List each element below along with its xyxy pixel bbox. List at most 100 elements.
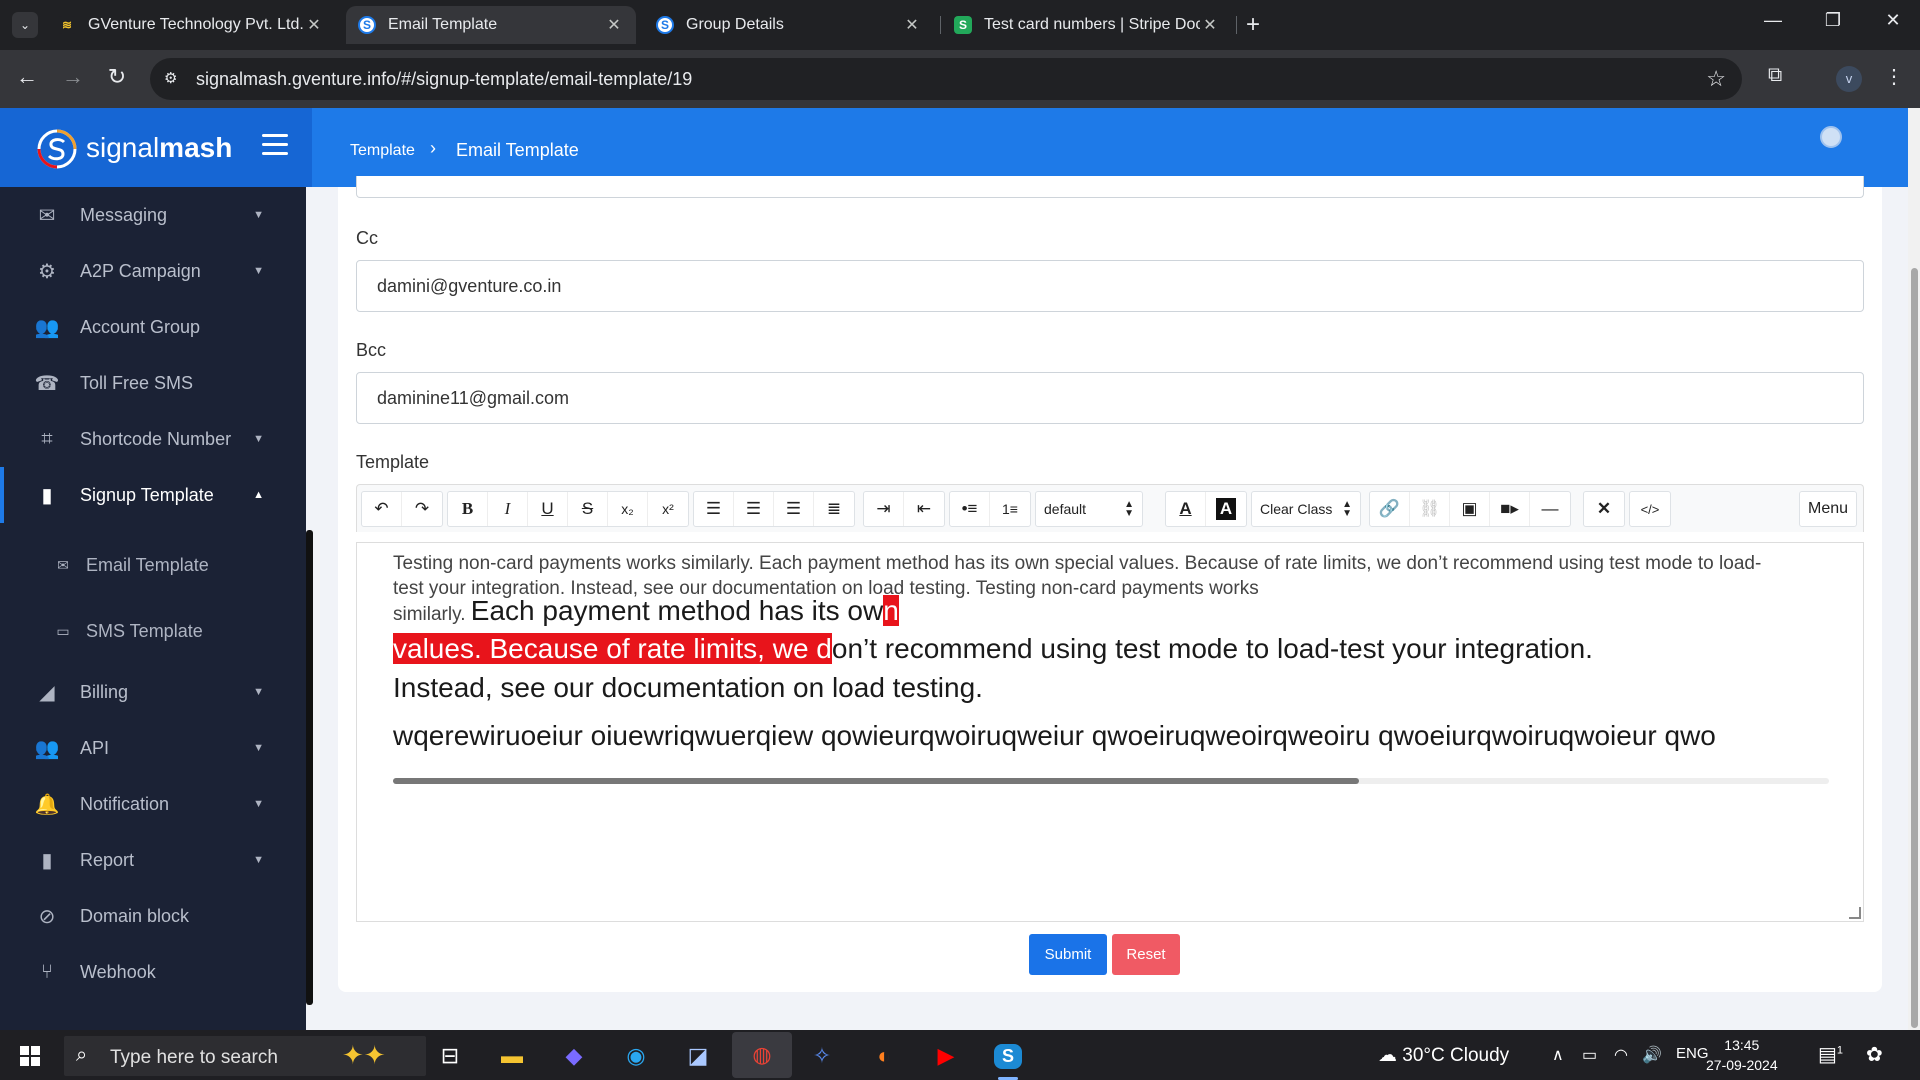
- outdent-icon[interactable]: ⇤: [904, 492, 944, 526]
- text-color-icon[interactable]: A: [1166, 492, 1206, 526]
- cc-field[interactable]: damini@gventure.co.in: [356, 260, 1864, 312]
- image-icon[interactable]: ▣: [1450, 492, 1490, 526]
- browser-tab-gventure[interactable]: ≋ GVenture Technology Pvt. Ltd. - ✕: [46, 6, 336, 44]
- editor-horizontal-scrollbar[interactable]: [393, 778, 1829, 784]
- resize-handle-icon[interactable]: [1849, 907, 1861, 919]
- sidebar-subitem-sms-template[interactable]: ▭ SMS Template: [0, 603, 306, 659]
- back-icon[interactable]: ←: [12, 64, 42, 90]
- tab-search-dropdown-icon[interactable]: ⌄: [12, 12, 38, 38]
- windows-start-icon[interactable]: [20, 1046, 40, 1066]
- align-center-icon[interactable]: ☰: [734, 492, 774, 526]
- firefox-icon[interactable]: ◐: [866, 1038, 902, 1074]
- sidebar-item-billing[interactable]: ◢ Billing ▼: [0, 664, 306, 720]
- bold-icon[interactable]: B: [448, 492, 488, 526]
- sidebar-item-notification[interactable]: 🔔 Notification ▼: [0, 776, 306, 832]
- sidebar-item-api[interactable]: 👥 API ▼: [0, 720, 306, 776]
- address-bar[interactable]: ⚙ signalmash.gventure.info/#/signup-temp…: [150, 58, 1742, 100]
- numbered-list-icon[interactable]: 1≡: [990, 492, 1030, 526]
- bcc-field[interactable]: daminine11@gmail.com: [356, 372, 1864, 424]
- vs-app-icon[interactable]: ◪: [680, 1038, 716, 1074]
- taskbar-search[interactable]: ⌕ Type here to search ✦✦: [64, 1036, 426, 1076]
- close-tab-icon[interactable]: ✕: [902, 15, 922, 35]
- minimize-icon[interactable]: —: [1758, 10, 1788, 31]
- close-tab-icon[interactable]: ✕: [304, 15, 324, 35]
- url-text[interactable]: signalmash.gventure.info/#/signup-templa…: [196, 69, 692, 90]
- browser-menu-icon[interactable]: ⋮: [1884, 64, 1904, 89]
- to-field-partial[interactable]: [356, 176, 1864, 198]
- video-icon[interactable]: ■▸: [1490, 492, 1530, 526]
- horizontal-rule-icon[interactable]: —: [1530, 492, 1570, 526]
- scrollbar-thumb[interactable]: [393, 778, 1359, 784]
- close-tab-icon[interactable]: ✕: [1200, 15, 1220, 35]
- page-scrollbar[interactable]: [1908, 108, 1920, 1030]
- remove-format-icon[interactable]: ✕: [1584, 492, 1624, 526]
- sidebar-item-messaging[interactable]: ✉ Messaging ▼: [0, 187, 306, 243]
- sidebar-item-signup-template[interactable]: ▮ Signup Template ▲: [0, 467, 306, 523]
- underline-icon[interactable]: U: [528, 492, 568, 526]
- undo-icon[interactable]: ↶: [362, 492, 402, 526]
- reset-button[interactable]: Reset: [1112, 934, 1180, 975]
- template-editor[interactable]: Testing non-card payments works similarl…: [356, 542, 1864, 922]
- sidebar-item-shortcode-number[interactable]: ⌗ Shortcode Number ▼: [0, 411, 306, 467]
- youtube-icon[interactable]: ▶: [928, 1038, 964, 1074]
- site-info-icon[interactable]: ⚙: [164, 69, 177, 87]
- align-justify-icon[interactable]: ≣: [814, 492, 854, 526]
- background-color-icon[interactable]: A: [1206, 492, 1246, 526]
- close-window-icon[interactable]: ✕: [1878, 10, 1908, 31]
- submit-button[interactable]: Submit: [1029, 934, 1107, 975]
- sidebar-item-report[interactable]: ▮ Report ▼: [0, 832, 306, 888]
- sidebar-subitem-email-template[interactable]: ✉ Email Template: [0, 537, 306, 593]
- volume-icon[interactable]: 🔊: [1642, 1045, 1662, 1065]
- skype-icon[interactable]: S: [990, 1038, 1026, 1080]
- superscript-icon[interactable]: x²: [648, 492, 688, 526]
- notification-icon[interactable]: ▤1: [1818, 1042, 1843, 1067]
- breadcrumb-template[interactable]: Template: [350, 142, 415, 160]
- forward-icon[interactable]: →: [58, 64, 88, 90]
- align-right-icon[interactable]: ☰: [774, 492, 814, 526]
- italic-icon[interactable]: I: [488, 492, 528, 526]
- sidebar-item-webhook[interactable]: ⑂ Webhook: [0, 944, 306, 1000]
- task-view-icon[interactable]: ⊟: [432, 1038, 468, 1074]
- wifi-icon[interactable]: ◠: [1614, 1045, 1628, 1065]
- chevron-up-icon[interactable]: ∧: [1552, 1045, 1564, 1065]
- copilot-icon[interactable]: ✿: [1866, 1042, 1883, 1067]
- scrollbar-thumb[interactable]: [1911, 268, 1918, 1028]
- align-left-icon[interactable]: ☰: [694, 492, 734, 526]
- browser-tab-email-template[interactable]: S Email Template ✕: [346, 6, 636, 44]
- sidebar-item-domain-block[interactable]: ⊘ Domain block: [0, 888, 306, 944]
- reload-icon[interactable]: ↻: [102, 64, 132, 90]
- battery-icon[interactable]: ▭: [1582, 1045, 1597, 1065]
- bullet-list-icon[interactable]: •≡: [950, 492, 990, 526]
- sidebar-item-a2p-campaign[interactable]: ⚙ A2P Campaign ▼: [0, 243, 306, 299]
- code-view-icon[interactable]: </>: [1630, 492, 1670, 526]
- weather-widget[interactable]: ☁ 30°C Cloudy: [1378, 1044, 1509, 1067]
- strikethrough-icon[interactable]: S: [568, 492, 608, 526]
- edge-icon[interactable]: ◉: [618, 1038, 654, 1074]
- chrome-icon[interactable]: ◍: [732, 1032, 792, 1078]
- file-explorer-icon[interactable]: ▬: [494, 1038, 530, 1074]
- user-avatar[interactable]: [1820, 126, 1842, 148]
- sidebar-item-toll-free-sms[interactable]: ☎ Toll Free SMS: [0, 355, 306, 411]
- app-switcher-icon[interactable]: ✧: [804, 1038, 840, 1074]
- font-select[interactable]: default ▲ ▼: [1035, 491, 1143, 527]
- menu-button[interactable]: Menu: [1799, 491, 1857, 527]
- sidebar-item-account-group[interactable]: 👥 Account Group: [0, 299, 306, 355]
- media-app-icon[interactable]: ◆: [556, 1038, 592, 1074]
- class-select[interactable]: Clear Class ▲ ▼: [1251, 491, 1361, 527]
- close-tab-icon[interactable]: ✕: [604, 15, 624, 35]
- extensions-icon[interactable]: ⧉: [1768, 64, 1782, 87]
- sidebar-scrollbar[interactable]: [306, 530, 313, 1005]
- hamburger-menu-icon[interactable]: [262, 134, 288, 156]
- language-indicator[interactable]: ENG: [1676, 1045, 1709, 1062]
- clock[interactable]: 13:45 27-09-2024: [1706, 1035, 1778, 1075]
- link-icon[interactable]: 🔗: [1370, 492, 1410, 526]
- unlink-icon[interactable]: ⛓: [1410, 492, 1450, 526]
- browser-tab-group-details[interactable]: S Group Details ✕: [644, 6, 934, 44]
- bookmark-star-icon[interactable]: ☆: [1706, 66, 1726, 92]
- subscript-icon[interactable]: x₂: [608, 492, 648, 526]
- profile-avatar[interactable]: v: [1836, 66, 1862, 92]
- indent-icon[interactable]: ⇥: [864, 492, 904, 526]
- restore-icon[interactable]: ❐: [1818, 10, 1848, 31]
- redo-icon[interactable]: ↷: [402, 492, 442, 526]
- new-tab-icon[interactable]: +: [1246, 12, 1260, 38]
